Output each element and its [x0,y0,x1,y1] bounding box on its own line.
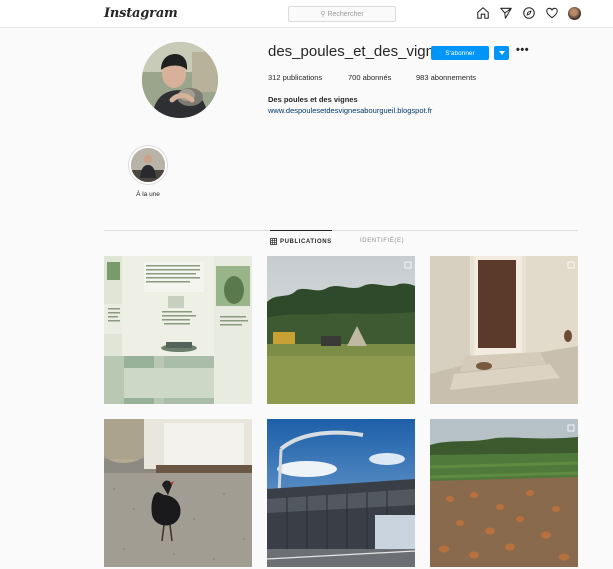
tab-publications-label: PUBLICATIONS [280,238,332,245]
nav-icons [476,6,581,20]
highlight-thumbnail [131,148,165,182]
search-input[interactable]: ⚲ Rechercher [288,6,396,22]
profile-username: des_poules_et_des_vignes [268,43,450,60]
explore-icon[interactable] [522,6,536,20]
follow-button[interactable]: S'abonner [431,46,489,60]
highlight-ring [128,145,168,185]
active-tab-indicator [270,230,332,231]
chevron-down-icon [498,51,505,55]
search-placeholder: Rechercher [327,10,364,18]
grid-icon [270,238,277,245]
post-thumbnail[interactable] [104,256,252,404]
post-thumbnail[interactable] [430,419,578,567]
heart-icon[interactable] [545,6,559,20]
top-navigation-bar: Instagram ⚲ Rechercher [0,0,613,28]
search-icon: ⚲ [320,11,326,18]
post-thumbnail[interactable] [104,419,252,567]
highlight-label: À la une [136,191,160,198]
tab-publications[interactable]: PUBLICATIONS [270,238,332,245]
following-count[interactable]: 983 abonnements [416,73,476,82]
avatar[interactable] [568,6,581,20]
more-options-button[interactable]: ••• [516,44,529,56]
direct-icon[interactable] [499,6,513,20]
tabs-divider [104,230,578,231]
post-thumbnail[interactable] [267,256,415,404]
suggestions-dropdown-button[interactable] [494,46,509,60]
tab-tagged[interactable]: IDENTIFIÉ(E) [360,238,404,244]
profile-picture[interactable] [142,42,218,118]
profile-website-link[interactable]: www.despoulesetdesvignesabourgueil.blogs… [268,106,432,115]
profile-full-name: Des poules et des vignes [268,95,358,104]
instagram-logo[interactable]: Instagram [104,6,178,21]
post-thumbnail[interactable] [430,256,578,404]
followers-count[interactable]: 700 abonnés [348,73,391,82]
posts-count: 312 publications [268,73,323,82]
story-highlight[interactable]: À la une [128,145,168,198]
home-icon[interactable] [476,6,490,20]
post-thumbnail[interactable] [267,419,415,567]
